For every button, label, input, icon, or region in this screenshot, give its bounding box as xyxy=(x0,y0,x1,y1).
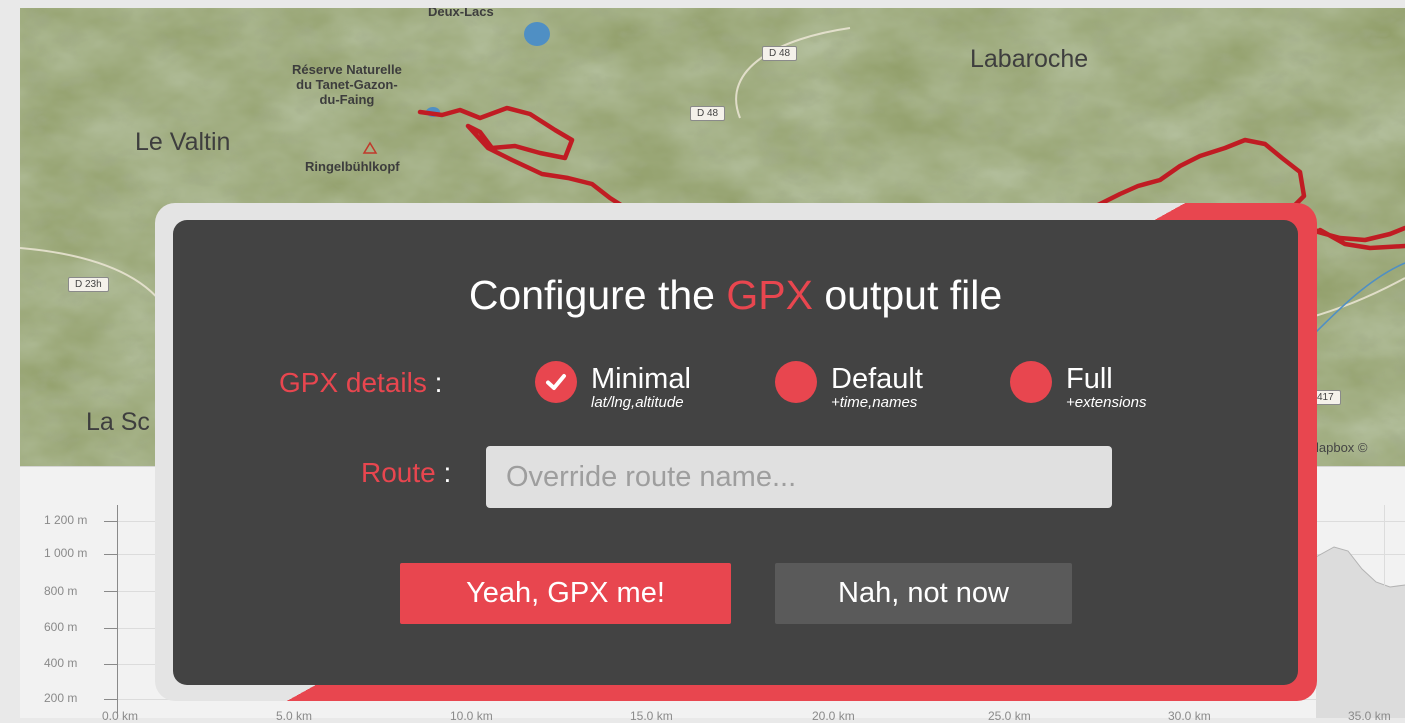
place-le-valtin: Le Valtin xyxy=(135,128,231,156)
map-attribution[interactable]: lapbox © xyxy=(1316,440,1368,455)
elevation-y-tick xyxy=(104,554,118,555)
radio-full[interactable] xyxy=(1010,361,1052,403)
option-full-sub: +extensions xyxy=(1066,394,1147,411)
elevation-y-tick xyxy=(104,664,118,665)
place-ringelbuhlkopf: Ringelbühlkopf xyxy=(305,159,400,174)
elevation-x-label: 30.0 km xyxy=(1168,709,1211,723)
option-full[interactable]: Full +extensions xyxy=(1010,361,1146,411)
elevation-x-label: 35.0 km xyxy=(1348,709,1391,723)
place-la-sc: La Sc xyxy=(86,408,150,436)
elevation-y-tick xyxy=(104,628,118,629)
elevation-y-axis xyxy=(117,505,118,718)
option-minimal-label: Minimal xyxy=(591,363,691,395)
road-label-d48: D 48 xyxy=(690,106,726,121)
route-label: Route : xyxy=(361,457,452,488)
option-full-label: Full xyxy=(1066,363,1113,395)
option-minimal[interactable]: Minimal lat/lng,altitude xyxy=(535,361,691,411)
title-accent: GPX xyxy=(726,272,813,318)
gpx-config-dialog: Configure the GPX output file GPX detail… xyxy=(173,220,1298,685)
elevation-y-label: 400 m xyxy=(44,656,78,670)
elevation-x-label: 20.0 km xyxy=(812,709,855,723)
elevation-x-label: 10.0 km xyxy=(450,709,493,723)
elevation-y-label: 200 m xyxy=(44,691,78,705)
road-label-d23h: D 23h xyxy=(68,277,109,292)
place-deux-lacs: Deux-Lacs xyxy=(428,8,494,19)
radio-minimal[interactable] xyxy=(535,361,577,403)
elevation-y-tick xyxy=(104,521,118,522)
elevation-y-label: 1 000 m xyxy=(44,546,88,560)
elevation-y-label: 600 m xyxy=(44,620,78,634)
elevation-x-label: 15.0 km xyxy=(630,709,673,723)
elevation-x-label: 0.0 km xyxy=(102,709,139,723)
option-minimal-sub: lat/lng,altitude xyxy=(591,394,684,411)
gpx-details-label: GPX details : xyxy=(279,367,443,398)
place-reserve-naturelle: Réserve Naturelle du Tanet-Gazon- du-Fai… xyxy=(292,62,402,107)
elevation-gridline xyxy=(1384,505,1385,718)
cancel-button[interactable]: Nah, not now xyxy=(775,563,1072,624)
lake xyxy=(524,22,550,46)
elevation-profile-area xyxy=(1316,546,1405,718)
elevation-x-label: 25.0 km xyxy=(988,709,1031,723)
option-default-sub: +time,names xyxy=(831,394,918,411)
elevation-y-tick xyxy=(104,591,118,592)
radio-default[interactable] xyxy=(775,361,817,403)
dialog-title: Configure the GPX output file xyxy=(468,272,1003,318)
checkmark-icon xyxy=(546,374,566,390)
elevation-y-label: 800 m xyxy=(44,584,78,598)
road-label-d48: D 48 xyxy=(762,46,798,61)
option-default[interactable]: Default +time,names xyxy=(775,361,923,411)
elevation-x-label: 5.0 km xyxy=(276,709,313,723)
option-default-label: Default xyxy=(831,363,923,395)
place-labaroche: Labaroche xyxy=(970,45,1089,73)
elevation-y-tick xyxy=(104,699,118,700)
confirm-gpx-button[interactable]: Yeah, GPX me! xyxy=(400,563,731,624)
elevation-y-label: 1 200 m xyxy=(44,513,88,527)
route-name-input[interactable] xyxy=(486,446,1112,508)
